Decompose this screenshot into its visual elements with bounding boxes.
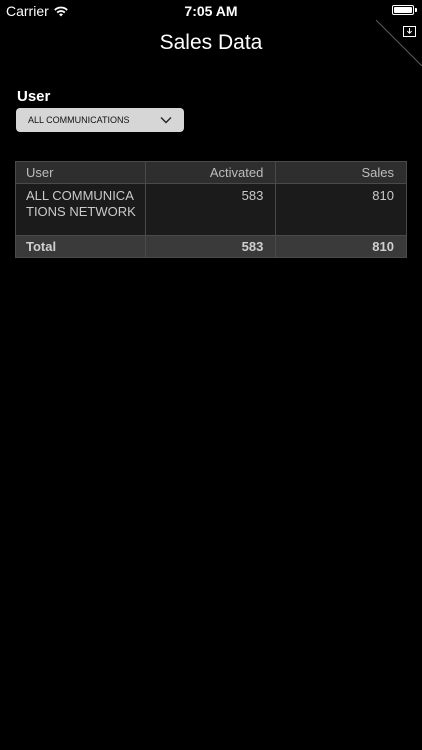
- battery-tip: [415, 8, 417, 12]
- total-activated: 583: [144, 235, 277, 258]
- status-bar: Carrier 7:05 AM: [0, 0, 422, 22]
- total-label: Total: [15, 235, 146, 258]
- cell-sales: 810: [275, 183, 407, 236]
- table-header-row: User Activated Sales: [15, 161, 407, 184]
- column-header-activated[interactable]: Activated: [144, 161, 277, 184]
- page-title: Sales Data: [159, 31, 263, 54]
- battery-icon: [392, 5, 414, 15]
- sales-table: User Activated Sales ALL COMMUNICATIONS …: [15, 161, 407, 258]
- total-sales: 810: [275, 235, 407, 258]
- table-row[interactable]: ALL COMMUNICATIONS NETWORK 583 810: [15, 183, 407, 236]
- cell-activated: 583: [144, 183, 277, 236]
- chevron-down-icon: [160, 117, 172, 124]
- column-header-sales[interactable]: Sales: [275, 161, 407, 184]
- clock: 7:05 AM: [184, 3, 238, 19]
- user-filter-label: User: [17, 88, 51, 105]
- battery-level: [394, 7, 412, 13]
- cell-user: ALL COMMUNICATIONS NETWORK: [15, 183, 146, 236]
- user-dropdown-value: ALL COMMUNICATIONS: [28, 115, 130, 125]
- total-row: Total 583 810: [15, 235, 407, 258]
- user-dropdown[interactable]: ALL COMMUNICATIONS: [16, 108, 184, 132]
- column-header-user[interactable]: User: [15, 161, 146, 184]
